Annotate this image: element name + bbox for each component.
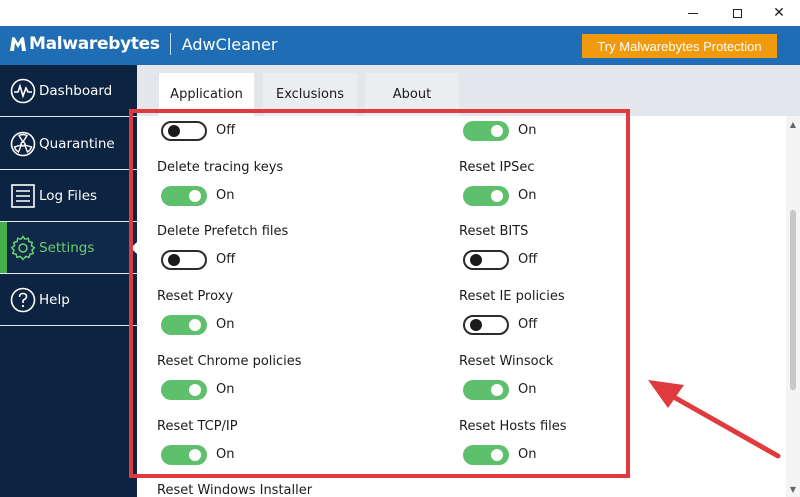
sidebar: Dashboard Quarantine Log Files Settings … xyxy=(0,65,137,497)
radiation-icon xyxy=(10,131,36,157)
maximize-icon xyxy=(732,8,742,18)
scroll-up-icon[interactable]: ▲ xyxy=(786,116,800,132)
brand-separator xyxy=(169,33,171,55)
window-titlebar: ✕ xyxy=(0,0,800,26)
document-icon xyxy=(10,183,36,209)
brand: Malwarebytes AdwCleaner xyxy=(9,33,277,55)
annotation-highlight-box xyxy=(129,109,630,478)
vertical-scrollbar[interactable]: ▲ ▼ xyxy=(786,116,800,497)
question-icon xyxy=(10,287,36,313)
sidebar-item-help[interactable]: Help xyxy=(0,274,137,326)
sidebar-item-quarantine[interactable]: Quarantine xyxy=(0,118,137,170)
sidebar-item-label: Settings xyxy=(39,239,95,256)
minimize-icon xyxy=(688,12,698,14)
scroll-down-icon[interactable]: ▼ xyxy=(786,481,800,497)
close-icon: ✕ xyxy=(773,5,785,21)
sidebar-item-log-files[interactable]: Log Files xyxy=(0,170,137,222)
pulse-icon xyxy=(10,78,36,104)
close-button[interactable]: ✕ xyxy=(756,0,800,26)
try-protection-button[interactable]: Try Malwarebytes Protection xyxy=(582,34,777,58)
sidebar-item-dashboard[interactable]: Dashboard xyxy=(0,65,137,117)
option-label: Reset Windows Installer xyxy=(157,483,313,497)
malwarebytes-logo-icon xyxy=(10,37,26,51)
sidebar-item-settings[interactable]: Settings xyxy=(0,222,137,274)
maximize-button[interactable] xyxy=(714,0,760,26)
product-name: AdwCleaner xyxy=(181,34,278,54)
minimize-button[interactable] xyxy=(670,0,716,26)
gear-icon xyxy=(10,234,36,261)
scroll-thumb[interactable] xyxy=(790,210,796,390)
brand-name: Malwarebytes xyxy=(29,34,160,54)
sidebar-item-label: Quarantine xyxy=(39,135,115,152)
sidebar-item-label: Log Files xyxy=(39,187,98,204)
sidebar-item-label: Help xyxy=(39,291,70,308)
sidebar-item-label: Dashboard xyxy=(39,82,113,99)
